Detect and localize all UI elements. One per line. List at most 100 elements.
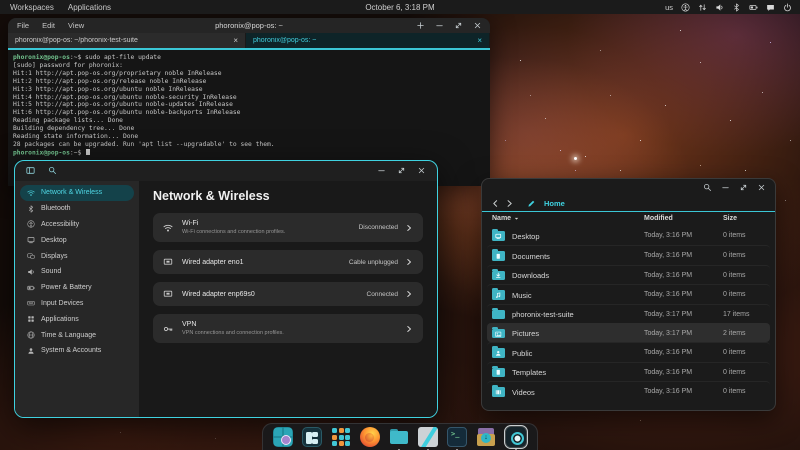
card-title: Wired adapter eno1	[182, 259, 243, 266]
pop-shop-dock-icon[interactable]: ↓	[475, 426, 497, 448]
terminal-menu-view[interactable]: View	[68, 21, 84, 30]
folder-icon-phoronix-test-suite	[492, 310, 505, 320]
files-minimize-button[interactable]	[721, 183, 730, 192]
card-title: Wired adapter enp69s0	[182, 291, 255, 298]
sidebar-item-desktop[interactable]: Desktop	[20, 232, 134, 248]
launcher-dock-icon[interactable]	[272, 426, 294, 448]
settings-dock-icon[interactable]	[504, 425, 528, 449]
volume-icon[interactable]	[715, 3, 724, 12]
files-titlebar[interactable]	[482, 179, 775, 196]
terminal-output[interactable]: phoronix@pop-os:~$ sudo apt-file update[…	[8, 50, 490, 161]
settings-card-wired-adapter-eno1[interactable]: Wired adapter eno1Cable unplugged	[153, 250, 423, 274]
terminal-close-button[interactable]	[473, 21, 482, 30]
chevron-right-icon	[405, 224, 413, 232]
sidebar-item-applications[interactable]: Applications	[20, 311, 134, 327]
bright-star	[574, 157, 577, 160]
file-row-desktop[interactable]: DesktopToday, 3:16 PM0 items	[487, 226, 770, 245]
settings-card-wi-fi[interactable]: Wi-FiWi-Fi connections and connection pr…	[153, 213, 423, 242]
card-status-value: Connected	[367, 291, 398, 298]
keyboard-layout-indicator[interactable]: us	[665, 3, 673, 12]
file-row-phoronix-test-suite[interactable]: phoronix-test-suiteToday, 3:17 PM17 item…	[487, 304, 770, 323]
file-row-music[interactable]: MusicToday, 3:16 PM0 items	[487, 284, 770, 303]
back-button[interactable]	[491, 199, 500, 208]
terminal-new-tab-button[interactable]	[416, 21, 425, 30]
top-panel: Workspaces Applications October 6, 3:18 …	[0, 0, 800, 14]
sidebar-item-label: System & Accounts	[41, 347, 101, 354]
chevron-right-icon	[405, 325, 413, 333]
file-row-downloads[interactable]: DownloadsToday, 3:16 PM0 items	[487, 265, 770, 284]
terminal-titlebar[interactable]: File Edit View phoronix@pop-os: ~	[8, 18, 490, 33]
wired-icon	[163, 289, 173, 299]
dock: >_ ↓	[262, 423, 538, 450]
terminal-line: phoronix@pop-os:~$ sudo apt-file update	[13, 54, 485, 62]
text-editor-dock-icon[interactable]	[417, 426, 439, 448]
files-maximize-button[interactable]	[739, 183, 748, 192]
accessibility-icon[interactable]	[681, 3, 690, 12]
file-size: 0 items	[723, 272, 746, 279]
sidebar-toggle-icon[interactable]	[26, 166, 35, 175]
sidebar-item-power-battery[interactable]: Power & Battery	[20, 280, 134, 296]
bluetooth-icon[interactable]	[732, 3, 741, 12]
notifications-icon[interactable]	[766, 3, 775, 12]
settings-search-button[interactable]	[48, 166, 57, 175]
tab-close-icon[interactable]: ×	[233, 37, 238, 45]
files-close-button[interactable]	[757, 183, 766, 192]
terminal-minimize-button[interactable]	[435, 21, 444, 30]
terminal-tab[interactable]: phoronix@pop-os: ~×	[246, 33, 490, 48]
sidebar-item-accessibility[interactable]: Accessibility	[20, 217, 134, 233]
tab-close-icon[interactable]: ×	[477, 37, 482, 45]
terminal-line: Hit:2 http://apt.pop-os.org/release nobl…	[13, 78, 485, 86]
terminal-dock-icon[interactable]: >_	[446, 426, 468, 448]
settings-card-wired-adapter-enp69s0[interactable]: Wired adapter enp69s0 Connected	[153, 282, 423, 306]
sound-icon	[27, 268, 35, 276]
card-description: VPN connections and connection profiles.	[182, 330, 284, 336]
sidebar-item-sound[interactable]: Sound	[20, 264, 134, 280]
file-row-documents[interactable]: DocumentsToday, 3:16 PM0 items	[487, 245, 770, 264]
card-status-value: Disconnected	[359, 224, 398, 231]
sidebar-item-time-language[interactable]: Time & Language	[20, 327, 134, 343]
workspaces-dock-icon[interactable]	[301, 426, 323, 448]
files-search-button[interactable]	[703, 183, 712, 192]
terminal-line: Hit:3 http://apt.pop-os.org/ubuntu noble…	[13, 86, 485, 94]
sidebar-item-displays[interactable]: Displays	[20, 248, 134, 264]
card-text: Wired adapter eno1	[182, 259, 243, 266]
file-row-videos[interactable]: VideosToday, 3:16 PM0 items	[487, 381, 770, 400]
battery-icon[interactable]	[749, 3, 758, 12]
sidebar-item-input-devices[interactable]: Input Devices	[20, 296, 134, 312]
settings-minimize-button[interactable]	[377, 166, 386, 175]
settings-titlebar[interactable]	[15, 161, 437, 181]
settings-card-vpn[interactable]: VPNVPN connections and connection profil…	[153, 314, 423, 343]
column-header-size[interactable]: Size	[723, 215, 737, 222]
page-title: Network & Wireless	[153, 189, 423, 203]
power-icon[interactable]	[783, 3, 792, 12]
forward-button[interactable]	[505, 199, 514, 208]
files-dock-icon[interactable]	[388, 426, 410, 448]
terminal-text: Reading package lists... Done	[13, 117, 123, 124]
terminal-menu-file[interactable]: File	[17, 21, 29, 30]
terminal-tab[interactable]: phoronix@pop-os: ~/phoronix-test-suite×	[8, 33, 246, 48]
file-row-templates[interactable]: TemplatesToday, 3:16 PM0 items	[487, 362, 770, 381]
column-header-modified[interactable]: Modified	[644, 215, 673, 222]
terminal-text: Building dependency tree... Done	[13, 125, 134, 132]
column-header-name[interactable]: Name	[492, 215, 520, 222]
terminal-maximize-button[interactable]	[454, 21, 463, 30]
file-row-pictures[interactable]: PicturesToday, 3:17 PM2 items	[487, 323, 770, 342]
displays-icon	[27, 252, 35, 260]
sidebar-item-bluetooth[interactable]: Bluetooth	[20, 201, 134, 217]
sidebar-item-system-accounts[interactable]: System & Accounts	[20, 343, 134, 359]
settings-maximize-button[interactable]	[397, 166, 406, 175]
network-icon[interactable]	[698, 3, 707, 12]
wired-icon	[163, 257, 173, 267]
terminal-line: phoronix@pop-os:~$	[13, 149, 485, 157]
breadcrumb-home[interactable]: Home	[544, 199, 565, 208]
settings-main-panel: Network & Wireless Wi-FiWi-Fi connection…	[139, 181, 437, 417]
sidebar-item-network-wireless[interactable]: Network & Wireless	[20, 185, 134, 201]
settings-close-button[interactable]	[417, 166, 426, 175]
file-row-public[interactable]: PublicToday, 3:16 PM0 items	[487, 342, 770, 361]
firefox-dock-icon[interactable]	[359, 426, 381, 448]
file-size: 0 items	[723, 388, 746, 395]
app-library-dock-icon[interactable]	[330, 426, 352, 448]
terminal-menu-edit[interactable]: Edit	[42, 21, 55, 30]
edit-path-icon[interactable]	[527, 199, 536, 208]
film-glyph-icon	[495, 389, 502, 396]
